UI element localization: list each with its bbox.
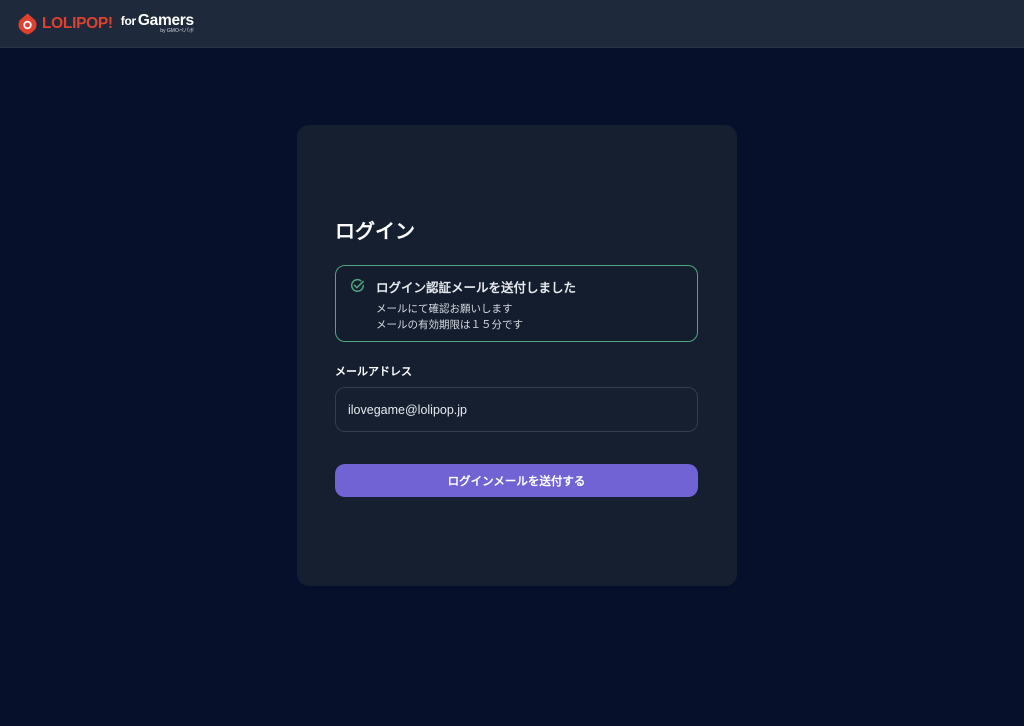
check-circle-icon <box>350 278 365 292</box>
logo-by-text: by GMOペパボ <box>160 28 194 35</box>
alert-message-2: メールの有効期限は１５分です <box>376 319 523 331</box>
login-card: ログイン ログイン認証メールを送付しました メールにて確認お願いします メールの… <box>297 125 737 586</box>
alert-title: ログイン認証メールを送付しました <box>376 280 577 295</box>
logo-gamers-text: Gamers <box>137 11 194 29</box>
email-label: メールアドレス <box>335 365 412 378</box>
send-login-email-button[interactable]: ログインメールを送付する <box>335 464 698 497</box>
logo[interactable]: LOLIPOP! for Gamers by GMOペパボ <box>18 13 194 35</box>
alert-message-1: メールにて確認お願いします <box>376 303 513 315</box>
success-alert: ログイン認証メールを送付しました メールにて確認お願いします メールの有効期限は… <box>335 265 698 342</box>
page-title: ログイン <box>335 219 415 243</box>
top-bar: LOLIPOP! for Gamers by GMOペパボ <box>0 0 1024 48</box>
lolipop-logo-icon <box>18 13 37 34</box>
logo-subtitle: for Gamers by GMOペパボ <box>121 13 194 35</box>
logo-for-text: for <box>120 13 136 28</box>
logo-brand-text: LOLIPOP! <box>42 14 113 32</box>
email-field[interactable] <box>335 387 698 432</box>
